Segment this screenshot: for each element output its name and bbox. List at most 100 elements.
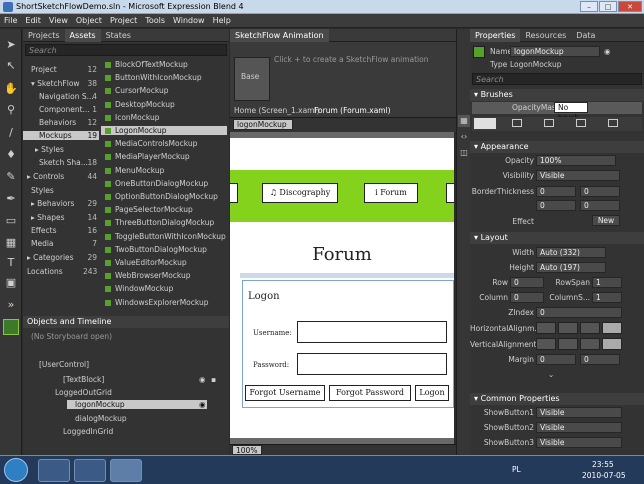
tree-node-loggedoutgrid[interactable]: LoggedOutGrid	[55, 388, 112, 397]
menu-edit[interactable]: Edit	[21, 14, 45, 27]
tree-node-logonmockup[interactable]: logonMockup	[67, 400, 207, 409]
common-properties-section-header[interactable]: ▾ Common Properties	[470, 393, 644, 405]
asset-item[interactable]: BlockOfTextMockup	[101, 60, 227, 69]
xaml-view-icon[interactable]: ‹›	[458, 131, 470, 143]
asset-category[interactable]: Styles	[23, 186, 99, 195]
border-left-input[interactable]: 0	[536, 186, 576, 197]
minimize-button[interactable]: –	[580, 1, 598, 12]
layout-section-header[interactable]: ▾ Layout	[470, 232, 644, 244]
breadcrumb[interactable]: logonMockup	[233, 119, 293, 130]
nav-button-partial-right[interactable]	[446, 183, 454, 203]
split-view-icon[interactable]: ◫	[458, 147, 470, 159]
direct-select-tool-icon[interactable]: ↖	[3, 58, 19, 74]
eyedropper-tool-icon[interactable]: /	[3, 125, 19, 141]
explorer-taskbar-icon[interactable]	[38, 459, 70, 482]
eye-icon[interactable]: ◉	[604, 47, 611, 56]
asset-item[interactable]: ThreeButtonDialogMockup	[101, 218, 227, 227]
design-view-icon[interactable]: ▦	[458, 115, 470, 127]
lock-icon[interactable]: ▪	[211, 375, 216, 384]
forgot-username-button[interactable]: Forgot Username	[245, 385, 325, 401]
media-player-taskbar-icon[interactable]	[74, 459, 106, 482]
asset-category[interactable]: ▸ Styles	[23, 145, 99, 154]
tab-properties[interactable]: Properties	[470, 29, 521, 42]
password-field[interactable]	[297, 353, 447, 375]
asset-item[interactable]: ToggleButtonWithIconMockup	[101, 232, 227, 241]
eye-icon[interactable]: ◉	[199, 375, 206, 384]
menu-view[interactable]: View	[45, 14, 72, 27]
expand-more-icon[interactable]: ⌄	[548, 370, 554, 379]
margin-right-input[interactable]: 0	[580, 354, 620, 365]
assets-search-input[interactable]: Search	[25, 44, 227, 56]
align-left-icon[interactable]	[536, 322, 556, 334]
column-input[interactable]: 0	[510, 292, 544, 303]
width-input[interactable]: Auto (332)	[536, 247, 606, 258]
asset-item[interactable]: DesktopMockup	[101, 100, 227, 109]
doc-tab-home[interactable]: Home (Screen_1.xaml)	[234, 106, 320, 115]
opacity-mask-value[interactable]: No brush	[554, 102, 588, 122]
nav-button-partial[interactable]	[230, 183, 238, 203]
align-top-icon[interactable]	[536, 338, 556, 350]
recent-asset-icon[interactable]	[3, 319, 19, 335]
opacity-mask-label[interactable]: OpacityMask	[512, 103, 560, 112]
asset-item[interactable]: PageSelectorMockup	[101, 205, 227, 214]
solid-brush-icon[interactable]	[512, 119, 522, 127]
grid-tool-icon[interactable]: ▦	[3, 235, 19, 251]
asset-item[interactable]: MediaPlayerMockup	[101, 152, 227, 161]
margin-left-input[interactable]: 0	[536, 354, 576, 365]
tab-resources[interactable]: Resources	[520, 29, 571, 42]
visibility-select[interactable]: Visible	[536, 170, 620, 181]
asset-item[interactable]: OptionButtonDialogMockup	[101, 192, 227, 201]
name-input[interactable]: logonMockup	[510, 46, 600, 57]
effect-new-button[interactable]: New	[592, 215, 620, 226]
asset-item[interactable]: OneButtonDialogMockup	[101, 179, 227, 188]
assets-expand-icon[interactable]: »	[3, 297, 19, 313]
no-brush-icon[interactable]	[474, 118, 496, 129]
rowspan-input[interactable]: 1	[592, 277, 622, 288]
tab-projects[interactable]: Projects	[23, 29, 65, 42]
rectangle-tool-icon[interactable]: ▭	[3, 213, 19, 229]
tab-sketchflow-animation[interactable]: SketchFlow Animation	[230, 29, 329, 42]
logon-button[interactable]: Logon	[415, 385, 449, 401]
eye-icon[interactable]: ◉	[199, 400, 206, 409]
pen-tool-icon[interactable]: ✒	[3, 191, 19, 207]
asset-item[interactable]: ValueEditorMockup	[101, 258, 227, 267]
menu-object[interactable]: Object	[72, 14, 106, 27]
showbutton2-select[interactable]: Visible	[536, 422, 622, 433]
align-center-icon[interactable]	[558, 322, 578, 334]
asset-item[interactable]: LogonMockup	[101, 126, 227, 135]
tree-node-loggedingrid[interactable]: LoggedInGrid	[63, 427, 113, 436]
menu-tools[interactable]: Tools	[141, 14, 169, 27]
align-vstretch-icon[interactable]	[602, 338, 622, 350]
storyboard-status[interactable]: (No Storyboard open)	[31, 332, 112, 341]
tab-states[interactable]: States	[101, 29, 136, 42]
menu-project[interactable]: Project	[106, 14, 141, 27]
tree-node-textblock[interactable]: [TextBlock]	[63, 375, 104, 384]
align-middle-icon[interactable]	[558, 338, 578, 350]
blend-taskbar-icon[interactable]	[110, 459, 142, 482]
showbutton3-select[interactable]: Visible	[536, 437, 622, 448]
tab-data[interactable]: Data	[571, 29, 600, 42]
zoom-tool-icon[interactable]: ⚲	[3, 102, 19, 118]
nav-button-forum[interactable]: ⅰ Forum	[364, 183, 418, 203]
clock-time[interactable]: 23:55	[592, 460, 614, 469]
opacity-input[interactable]: 100%	[536, 155, 616, 166]
language-indicator[interactable]: PL	[512, 465, 521, 474]
showbutton1-select[interactable]: Visible	[536, 407, 622, 418]
zindex-input[interactable]: 0	[536, 307, 622, 318]
border-right-input[interactable]: 0	[580, 186, 620, 197]
columnspan-input[interactable]: 1	[592, 292, 622, 303]
brushes-section-header[interactable]: ▾ Brushes	[470, 89, 644, 101]
asset-item[interactable]: MenuMockup	[101, 166, 227, 175]
menu-file[interactable]: File	[0, 14, 21, 27]
asset-item[interactable]: WindowsExplorerMockup	[101, 298, 227, 307]
asset-item[interactable]: TwoButtonDialogMockup	[101, 245, 227, 254]
text-tool-icon[interactable]: T	[3, 255, 19, 271]
asset-item[interactable]: ButtonWithIconMockup	[101, 73, 227, 82]
logon-mockup[interactable]: Logon Username: Password: Forgot Usernam…	[242, 280, 454, 408]
border-bottom-input[interactable]: 0	[580, 200, 620, 211]
maximize-button[interactable]: □	[599, 1, 617, 12]
align-bottom-icon[interactable]	[580, 338, 600, 350]
pan-tool-icon[interactable]: ✋	[3, 81, 19, 97]
border-top-input[interactable]: 0	[536, 200, 576, 211]
align-right-icon[interactable]	[580, 322, 600, 334]
